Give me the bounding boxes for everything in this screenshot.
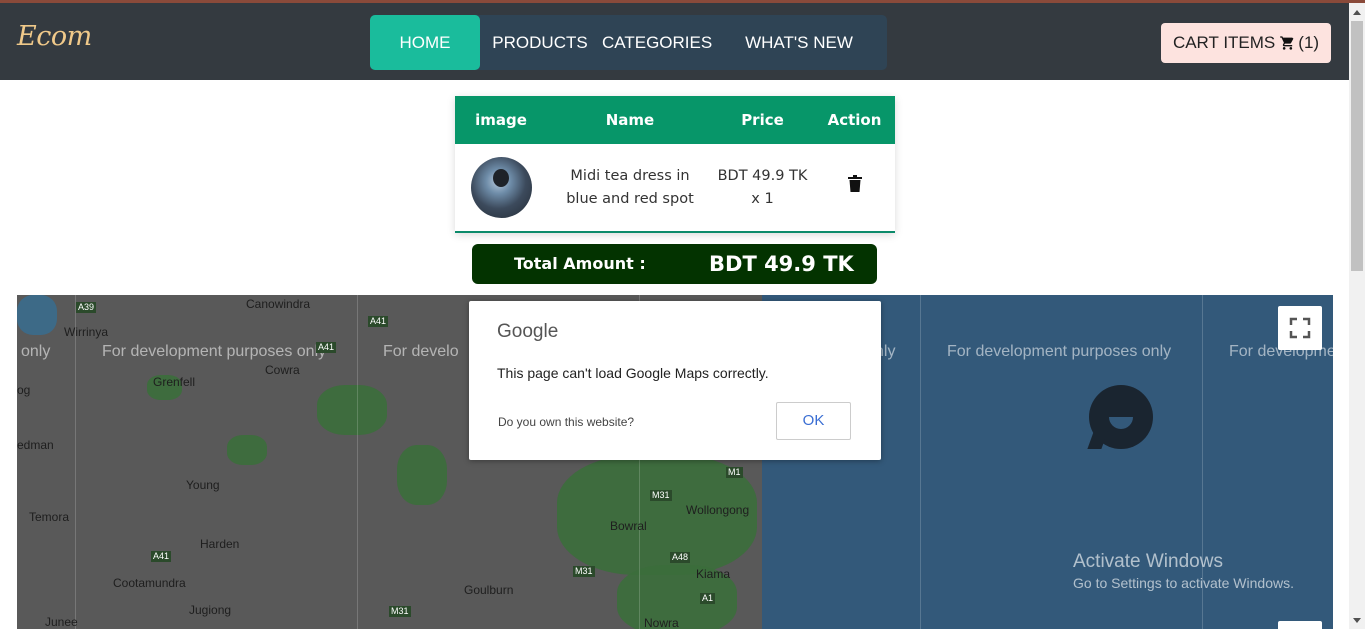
windows-activation-watermark: Activate Windows Go to Settings to activ… [1073, 551, 1294, 591]
map-road-label: M31 [650, 490, 672, 501]
cart-items-label: CART ITEMS [1172, 33, 1276, 52]
dev-watermark-text: For develo [383, 343, 459, 360]
main-nav: HOME PRODUCTS CATEGORIES WHAT'S NEW [370, 15, 887, 70]
map-place-label: Nowra [644, 616, 679, 629]
dev-watermark-text: only [21, 343, 51, 360]
total-amount-label: Total Amount : [514, 254, 646, 273]
map-place-label: Goulburn [464, 583, 514, 597]
map-place-label: Young [186, 478, 220, 492]
map-lake [17, 295, 57, 335]
watermark-subtitle: Go to Settings to activate Windows. [1073, 575, 1294, 591]
brand-logo[interactable]: Ecom [17, 21, 92, 52]
map-place-label: Cootamundra [113, 576, 186, 590]
nav-item-products[interactable]: PRODUCTS [490, 15, 590, 70]
map-place-label: Cowra [265, 363, 300, 377]
map-place-label: Junee [45, 615, 78, 629]
nav-item-categories[interactable]: CATEGORIES [602, 15, 712, 70]
map-place-label: Kiama [696, 567, 731, 581]
google-maps-error-dialog: Google This page can't load Google Maps … [469, 301, 881, 460]
chat-bubble-mouth [1109, 417, 1133, 429]
scroll-thumb[interactable] [1351, 21, 1363, 271]
scroll-up-arrow-icon[interactable] [1353, 10, 1361, 15]
map-road-label: A41 [316, 342, 337, 353]
map-grid-line [75, 295, 76, 629]
map-forest-area [227, 435, 267, 465]
dev-watermark-text: For development purposes only [102, 343, 327, 360]
map-place-label: Bowral [610, 519, 647, 533]
table-row-action-cell [817, 144, 892, 231]
map-road-label: A39 [76, 302, 97, 313]
map-road-label: A41 [368, 316, 389, 327]
nav-item-whats-new[interactable]: WHAT'S NEW [740, 15, 858, 70]
map-place-label: Jugiong [189, 603, 232, 617]
error-message: This page can't load Google Maps correct… [497, 365, 769, 381]
watermark-title: Activate Windows [1073, 551, 1223, 572]
map-place-label: Canowindra [246, 297, 311, 311]
chat-bubble-icon[interactable] [1089, 385, 1153, 449]
ok-button[interactable]: OK [776, 402, 851, 440]
map-place-label: Grenfell [153, 375, 196, 389]
total-amount-value: BDT 49.9 TK [709, 252, 854, 276]
map-forest-area [317, 385, 387, 435]
shopping-cart-icon [1275, 33, 1298, 52]
map-road-label: A41 [151, 551, 172, 562]
nav-item-home[interactable]: HOME [370, 15, 480, 70]
map-place-label: Wirrinya [64, 325, 108, 339]
map-control-button[interactable] [1278, 621, 1322, 629]
fullscreen-icon [1278, 317, 1322, 354]
column-header-name: Name [605, 111, 655, 129]
map-grid-line [920, 295, 921, 629]
trash-icon[interactable] [847, 175, 862, 200]
ownership-question: Do you own this website? [498, 415, 635, 429]
map-road-label: A1 [700, 593, 716, 604]
column-header-price: Price [741, 111, 784, 129]
map-road-label: A48 [670, 552, 691, 563]
map-place-label: Temora [29, 510, 70, 524]
navbar: Ecom HOME PRODUCTS CATEGORIES WHAT'S NEW… [0, 3, 1349, 80]
google-logo: Google [497, 321, 559, 342]
product-price: BDT 49.9 TK x 1 [717, 167, 808, 207]
cart-count: (1) [1298, 33, 1320, 52]
fullscreen-button[interactable] [1278, 306, 1322, 350]
map-grid-line [357, 295, 358, 629]
map-forest-area [397, 445, 447, 505]
cart-items-button[interactable]: CART ITEMS (1) [1161, 23, 1331, 63]
table-row-image-cell [455, 144, 547, 231]
product-thumbnail [470, 157, 532, 218]
cart-table-header: image Name Price Action [455, 96, 895, 144]
cart-table: image Name Price Action Midi tea dress i… [455, 96, 895, 233]
map-road-label: M1 [726, 467, 743, 478]
map-road-label: M31 [573, 566, 595, 577]
product-name: Midi tea dress in blue and red spot [566, 167, 694, 207]
dev-watermark-text: For development purposes only [947, 343, 1172, 360]
map-place-label: og [17, 383, 31, 397]
map-place-label: edman [17, 438, 54, 452]
map-road-label: M31 [389, 606, 411, 617]
column-header-action: Action [827, 111, 882, 129]
scroll-down-arrow-icon[interactable] [1353, 618, 1361, 623]
total-amount-bar: Total Amount : BDT 49.9 TK [472, 244, 877, 284]
map-place-label: Wollongong [686, 503, 750, 517]
column-header-image: image [475, 111, 527, 129]
map-place-label: Harden [200, 537, 240, 551]
page-scrollbar[interactable] [1349, 3, 1365, 629]
